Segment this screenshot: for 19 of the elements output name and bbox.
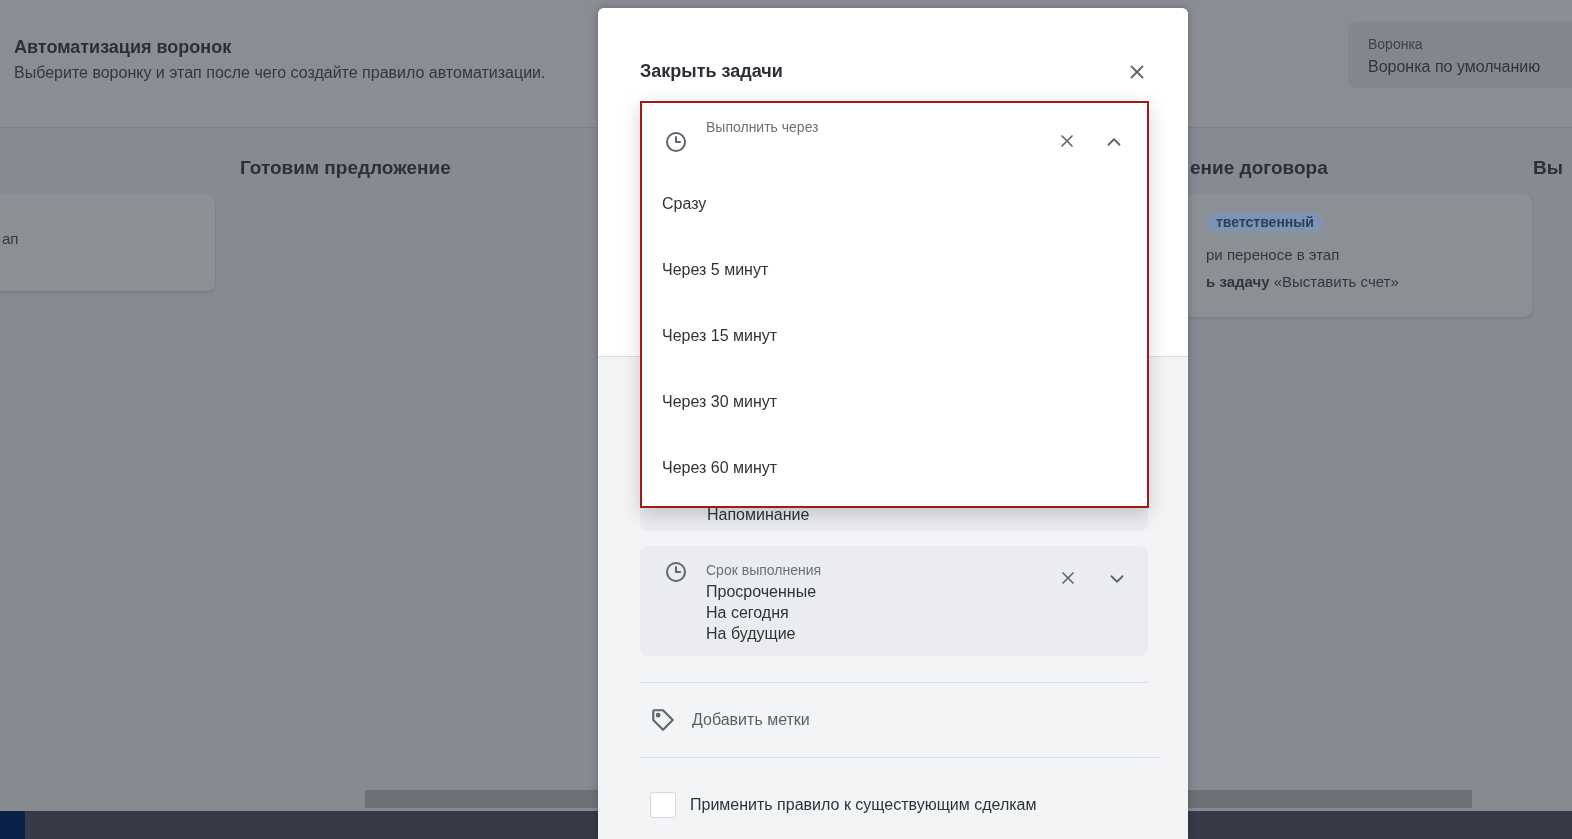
field-value: Воронка по умолчанию (1368, 57, 1542, 77)
field-value: На будущие (706, 624, 797, 644)
role-badge: тветственный (1206, 212, 1324, 233)
column-heading: Вы (1533, 157, 1563, 178)
field-value: Просроченные (706, 582, 818, 602)
field-value: Напоминание (707, 505, 811, 525)
checkbox-label: Применить правило к существующим сделкам (690, 795, 1037, 815)
field-value: На сегодня (706, 603, 790, 623)
field-label: Выполнить через (706, 118, 820, 137)
field-label: Срок выполнения (706, 561, 823, 580)
page-title: Автоматизация воронок (14, 36, 232, 59)
column-heading: ение договора (1190, 157, 1328, 178)
card-text: ь задачу «Выставить счет» (1206, 271, 1400, 292)
page-subtitle: Выберите воронку и этап после чего создайте правило автоматизации. (14, 63, 546, 83)
column-heading: Готовим предложение (240, 157, 451, 178)
modal-title: Закрыть задачи (640, 60, 783, 83)
field-label: Воронка (1368, 35, 1424, 54)
card-text: ап (2, 229, 20, 249)
card-text: ри переносе в этап (1206, 245, 1341, 265)
